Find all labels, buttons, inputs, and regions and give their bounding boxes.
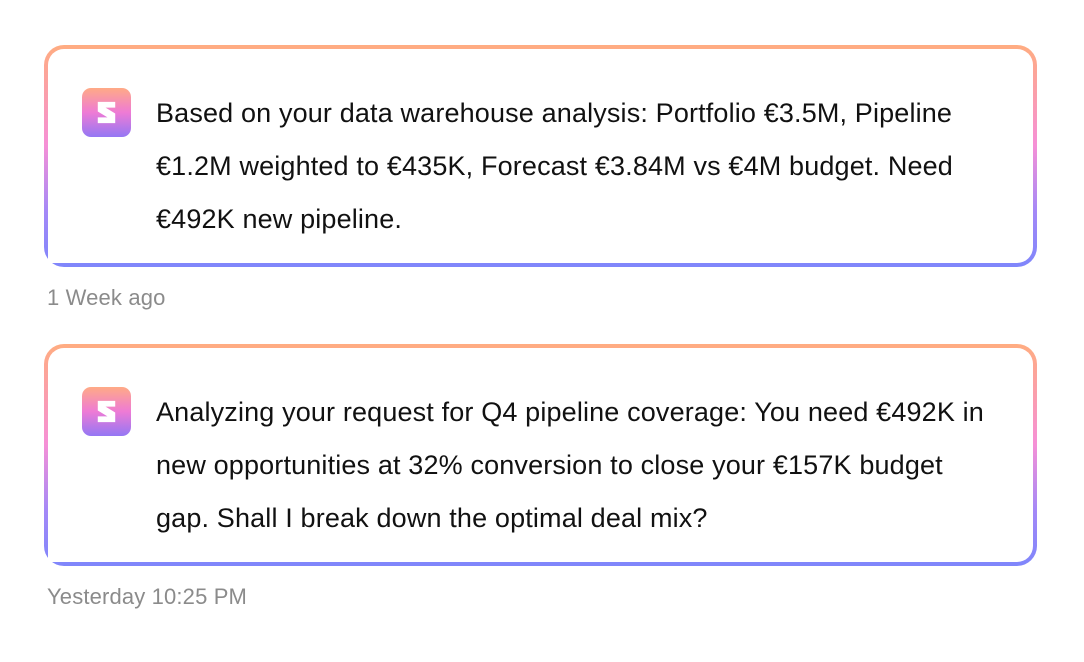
- message-text: Analyzing your request for Q4 pipeline c…: [156, 397, 984, 533]
- chat-message: Based on your data warehouse analysis: P…: [44, 45, 1037, 310]
- s-logo-icon: [82, 387, 131, 436]
- message-card-body: Based on your data warehouse analysis: P…: [48, 49, 1033, 263]
- message-card: Based on your data warehouse analysis: P…: [44, 45, 1037, 267]
- s-logo-icon: [82, 88, 131, 137]
- message-card-body: Analyzing your request for Q4 pipeline c…: [48, 348, 1033, 562]
- message-card: Analyzing your request for Q4 pipeline c…: [44, 344, 1037, 566]
- message-text: Based on your data warehouse analysis: P…: [156, 98, 953, 234]
- message-timestamp: 1 Week ago: [47, 285, 166, 310]
- message-timestamp: Yesterday 10:25 PM: [47, 584, 248, 609]
- chat-message: Analyzing your request for Q4 pipeline c…: [44, 344, 1037, 609]
